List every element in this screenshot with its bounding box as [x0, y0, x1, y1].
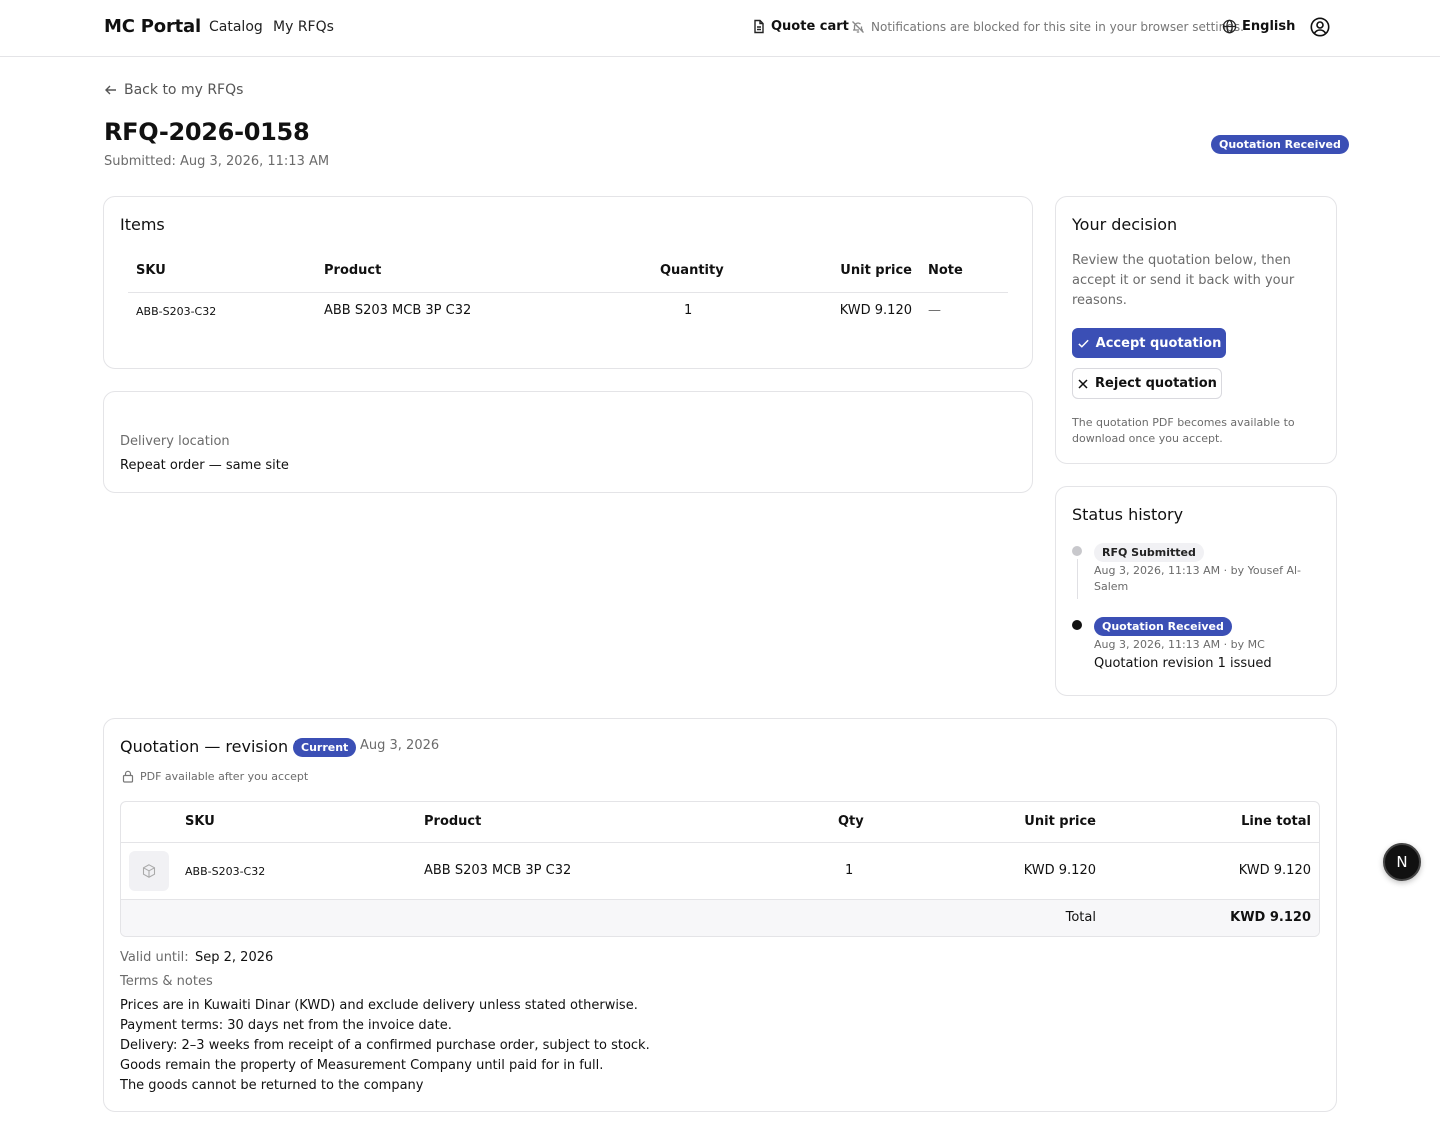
column-header-unit-price: Unit price: [840, 263, 912, 278]
quotation-card: Quotation — revision 1 Current Aug 3, 20…: [103, 718, 1337, 1112]
brand-logo[interactable]: MC Portal: [104, 16, 201, 37]
quotation-title: Quotation — revision 1: [120, 737, 304, 756]
accept-label: Accept quotation: [1095, 335, 1222, 351]
pdf-note-text: PDF available after you accept: [140, 770, 309, 783]
nav-catalog-link[interactable]: Catalog: [209, 19, 263, 35]
valid-until-label: Valid until:: [120, 950, 189, 965]
status-history-title: Status history: [1072, 505, 1184, 524]
terms-line: Payment terms: 30 days net from the invo…: [120, 1018, 452, 1033]
check-icon: [1078, 339, 1089, 348]
terms-line: Delivery: 2–3 weeks from receipt of a co…: [120, 1038, 650, 1053]
timeline-dot-active: [1072, 620, 1082, 630]
delivery-location-value: Repeat order — same site: [120, 458, 289, 473]
current-revision-badge: Current: [293, 738, 357, 757]
timeline-dot: [1072, 546, 1082, 556]
row-quantity: 1: [684, 303, 693, 318]
row-sku: ABB-S203-C32: [185, 865, 266, 878]
row-line-total: KWD 9.120: [1238, 863, 1311, 878]
column-header-quantity: Quantity: [660, 263, 724, 278]
items-title: Items: [120, 215, 165, 234]
package-icon: [142, 864, 156, 878]
back-to-rfqs-link[interactable]: Back to my RFQs: [104, 82, 243, 98]
history-entry-note: Quotation revision 1 issued: [1094, 656, 1272, 671]
column-header-product: Product: [424, 814, 482, 829]
column-header-product: Product: [324, 263, 382, 278]
table-header-row: SKU Product Qty Unit price Line total: [121, 802, 1319, 843]
total-label: Total: [1065, 910, 1096, 925]
history-status-badge: Quotation Received: [1094, 617, 1232, 636]
terms-line: Prices are in Kuwaiti Dinar (KWD) and ex…: [120, 998, 638, 1013]
column-header-sku: SKU: [185, 814, 215, 829]
row-note: —: [928, 303, 941, 318]
decision-description: Review the quotation below, then accept …: [1072, 253, 1295, 308]
pdf-availability-note: PDF available after you accept: [122, 770, 308, 783]
terms-label: Terms & notes: [120, 974, 213, 989]
quote-cart-button[interactable]: Quote cart: [752, 19, 849, 34]
items-card: Items SKU Product Quantity Unit price No…: [103, 196, 1033, 369]
nav-my-rfqs-link[interactable]: My RFQs: [273, 19, 334, 35]
decision-pdf-note: The quotation PDF becomes available to d…: [1072, 416, 1295, 445]
delivery-location-label: Delivery location: [120, 434, 230, 449]
table-row: ABB-S203-C32 ABB S203 MCB 3P C32 1 KWD 9…: [121, 843, 1319, 900]
column-header-note: Note: [928, 263, 963, 278]
row-product: ABB S203 MCB 3P C32: [324, 303, 472, 318]
notifications-blocked-notice: Notifications are blocked for this site …: [851, 20, 1244, 34]
floating-dev-tools-button[interactable]: N: [1383, 843, 1421, 881]
row-qty: 1: [845, 863, 854, 878]
bell-off-icon: [852, 21, 864, 33]
language-switcher[interactable]: English: [1222, 19, 1295, 34]
reject-quotation-button[interactable]: Reject quotation: [1072, 368, 1222, 399]
row-product: ABB S203 MCB 3P C32: [424, 863, 572, 878]
document-icon: [754, 19, 764, 34]
delivery-card: Delivery location Repeat order — same si…: [103, 391, 1033, 493]
accept-quotation-button[interactable]: Accept quotation: [1072, 328, 1226, 358]
status-history-card: Status history RFQ Submitted Aug 3, 2026…: [1055, 486, 1337, 696]
column-header-sku: SKU: [136, 263, 166, 278]
row-sku: ABB-S203-C32: [136, 305, 217, 318]
table-total-row: Total KWD 9.120: [121, 900, 1319, 936]
terms-notes: Prices are in Kuwaiti Dinar (KWD) and ex…: [120, 996, 650, 1096]
terms-line: The goods cannot be returned to the comp…: [120, 1078, 424, 1093]
top-navigation-bar: MC Portal Catalog My RFQs Quote cart Not…: [0, 0, 1440, 57]
column-header-unit-price: Unit price: [1024, 814, 1096, 829]
table-header-row: SKU Product Quantity Unit price Note: [128, 259, 1008, 293]
submitted-timestamp: Submitted: Aug 3, 2026, 11:13 AM: [104, 154, 330, 169]
decision-title: Your decision: [1072, 215, 1178, 234]
history-entry-meta: Aug 3, 2026, 11:13 AM · by MC: [1094, 638, 1265, 651]
product-thumbnail: [129, 851, 169, 891]
user-account-button[interactable]: [1310, 17, 1330, 41]
quotation-table: SKU Product Qty Unit price Line total AB…: [120, 801, 1320, 937]
arrow-left-icon: [105, 85, 116, 95]
items-table: SKU Product Quantity Unit price Note ABB…: [128, 259, 1008, 327]
status-badge: Quotation Received: [1211, 135, 1349, 154]
total-value: KWD 9.120: [1230, 910, 1311, 925]
history-entry-meta: Aug 3, 2026, 11:13 AM · by Yousef Al-Sal…: [1094, 564, 1302, 593]
row-unit-price: KWD 9.120: [1023, 863, 1096, 878]
column-header-qty: Qty: [838, 814, 864, 829]
column-header-line-total: Line total: [1241, 814, 1311, 829]
valid-until-value: Sep 2, 2026: [195, 950, 274, 965]
user-circle-icon: [1310, 17, 1330, 37]
close-icon: [1078, 378, 1088, 389]
quotation-date: Aug 3, 2026: [360, 738, 440, 753]
history-status-badge: RFQ Submitted: [1094, 543, 1204, 562]
decision-card: Your decision Review the quotation below…: [1055, 196, 1337, 464]
globe-icon: [1222, 19, 1237, 34]
page-title: RFQ-2026-0158: [104, 118, 310, 146]
language-label: English: [1242, 19, 1296, 34]
terms-line: Goods remain the property of Measurement…: [120, 1058, 604, 1073]
row-unit-price: KWD 9.120: [839, 303, 912, 318]
back-link-label: Back to my RFQs: [124, 82, 244, 98]
table-row: ABB-S203-C32 ABB S203 MCB 3P C32 1 KWD 9…: [128, 293, 1008, 327]
reject-label: Reject quotation: [1095, 376, 1217, 391]
timeline-line: [1077, 559, 1078, 599]
quote-cart-label: Quote cart: [771, 19, 849, 34]
lock-icon: [122, 770, 134, 783]
notifications-blocked-text: Notifications are blocked for this site …: [871, 20, 1244, 34]
